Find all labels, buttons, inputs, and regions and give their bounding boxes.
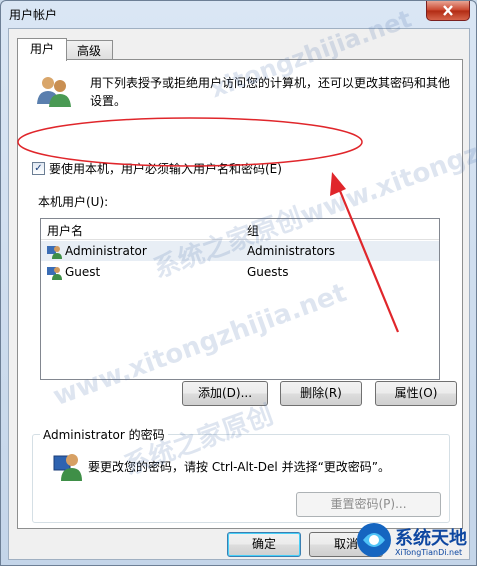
tab-users[interactable]: 用户 — [17, 38, 67, 61]
annotation-arrow — [336, 185, 400, 333]
logo-text-cn: 系统天地 — [395, 528, 467, 549]
annotation-arrowhead — [330, 172, 346, 196]
logo-icon — [357, 523, 391, 557]
site-logo: 系统天地 XiTongTianDi.net — [355, 520, 475, 564]
annotation-overlay — [17, 117, 400, 333]
logo-text-en: XiTongTianDi.net — [395, 548, 463, 557]
annotation-ellipse — [17, 117, 363, 167]
